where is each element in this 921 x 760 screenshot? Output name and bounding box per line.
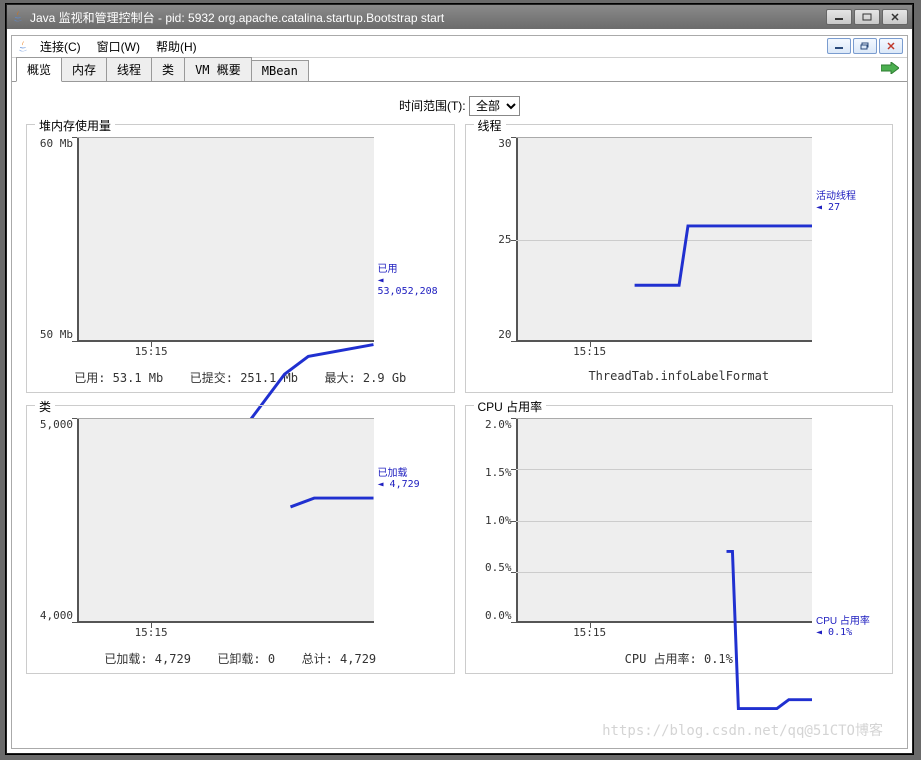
java-icon-inner: [16, 40, 30, 54]
chart-threads-title: 线程: [474, 117, 506, 134]
chart-heap-plot: 15:15: [77, 137, 374, 342]
reconnect-icon[interactable]: [881, 62, 899, 74]
charts-grid: 堆内存使用量 60 Mb 50 Mb: [26, 124, 893, 674]
java-icon: [11, 10, 25, 24]
chart-cpu-footer: CPU 占用率: 0.1%: [472, 640, 887, 667]
menu-bar: 连接(C) 窗口(W) 帮助(H): [12, 36, 907, 58]
chart-heap-title: 堆内存使用量: [35, 117, 115, 134]
chart-heap: 堆内存使用量 60 Mb 50 Mb: [26, 124, 455, 393]
tab-memory[interactable]: 内存: [61, 57, 107, 81]
chart-classes-footer: 已加载: 4,729 已卸载: 0 总计: 4,729: [33, 640, 448, 667]
chart-threads: 线程 30 25 20: [465, 124, 894, 393]
close-button[interactable]: [882, 9, 908, 25]
tab-classes[interactable]: 类: [151, 57, 185, 81]
chart-heap-yaxis: 60 Mb 50 Mb: [33, 137, 77, 359]
chart-classes-yaxis: 5,000 4,000: [33, 418, 77, 640]
chart-cpu-title: CPU 占用率: [474, 398, 547, 415]
content-area: 时间范围(T): 全部 堆内存使用量 60 Mb 50 Mb: [12, 84, 907, 748]
tab-vm-summary[interactable]: VM 概要: [184, 57, 252, 81]
chart-classes-legend: 已加载 ◄ 4,729: [374, 418, 448, 640]
menu-help[interactable]: 帮助(H): [150, 36, 203, 57]
chart-classes: 类 5,000 4,000: [26, 405, 455, 674]
chart-threads-legend: 活动线程 ◄ 27: [812, 137, 886, 359]
chart-threads-plot: 15:15: [516, 137, 813, 342]
menu-connect[interactable]: 连接(C): [34, 36, 87, 57]
tab-mbean[interactable]: MBean: [251, 60, 309, 81]
chart-heap-footer: 已用: 53.1 Mb 已提交: 251.1 Mb 最大: 2.9 Gb: [33, 359, 448, 386]
minimize-button[interactable]: [826, 9, 852, 25]
inner-restore-button[interactable]: [853, 38, 877, 54]
window-title: Java 监视和管理控制台 - pid: 5932 org.apache.cat…: [30, 9, 821, 26]
chart-classes-title: 类: [35, 398, 55, 415]
maximize-button[interactable]: [854, 9, 880, 25]
time-range-label: 时间范围(T):: [399, 99, 466, 113]
tab-bar: 概览 内存 线程 类 VM 概要 MBean: [12, 58, 907, 82]
chart-threads-footer: ThreadTab.infoLabelFormat: [472, 359, 887, 383]
inner-minimize-button[interactable]: [827, 38, 851, 54]
tab-threads[interactable]: 线程: [106, 57, 152, 81]
chart-cpu-plot: 15:15: [516, 418, 813, 623]
chart-classes-plot: 15:15: [77, 418, 374, 623]
outer-window: Java 监视和管理控制台 - pid: 5932 org.apache.cat…: [6, 4, 913, 754]
watermark: https://blog.csdn.net/qq@51CTO博客: [602, 720, 883, 740]
chart-heap-legend: 已用 ◄ 53,052,208: [374, 137, 448, 359]
tab-overview[interactable]: 概览: [16, 57, 62, 82]
chart-threads-yaxis: 30 25 20: [472, 137, 516, 359]
chart-cpu-yaxis: 2.0% 1.5% 1.0% 0.5% 0.0%: [472, 418, 516, 640]
inner-close-button[interactable]: [879, 38, 903, 54]
inner-window: 连接(C) 窗口(W) 帮助(H) 概览 内存 线程 类 VM 概要 MBean…: [11, 35, 908, 749]
time-range-row: 时间范围(T): 全部: [26, 92, 893, 124]
time-range-select[interactable]: 全部: [469, 96, 520, 116]
chart-cpu-legend: CPU 占用率 ◄ 0.1%: [812, 418, 886, 640]
title-bar: Java 监视和管理控制台 - pid: 5932 org.apache.cat…: [7, 5, 912, 29]
chart-cpu: CPU 占用率 2.0% 1.5% 1.0% 0.5% 0.0%: [465, 405, 894, 674]
menu-window[interactable]: 窗口(W): [91, 36, 146, 57]
